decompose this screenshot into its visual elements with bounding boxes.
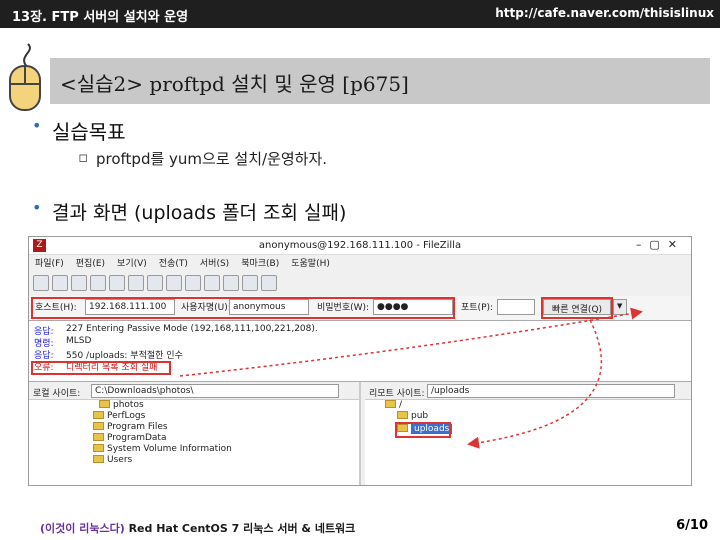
slide-header: 13장. FTP 서버의 설치와 운영 http://cafe.naver.co…	[0, 0, 720, 28]
folder-icon	[99, 400, 110, 408]
port-label: 포트(P):	[461, 303, 494, 313]
host-label: 호스트(H):	[35, 303, 77, 313]
tree-item[interactable]: photos	[29, 400, 359, 411]
tree-item[interactable]: PerfLogs	[29, 411, 359, 422]
compare-icon[interactable]	[223, 275, 239, 291]
quickconnect-dropdown-icon[interactable]: ▼	[613, 299, 627, 315]
tree-item[interactable]: pub	[365, 411, 691, 422]
slide-title: <실습2> proftpd 설치 및 운영 [p675]	[60, 72, 409, 96]
window-controls[interactable]: –▢✕	[636, 238, 685, 251]
filter-icon[interactable]	[204, 275, 220, 291]
log-row: 명령: MLSD	[34, 336, 92, 349]
filezilla-window: Z anonymous@192.168.111.100 - FileZilla …	[28, 236, 692, 486]
toggle-local-tree-icon[interactable]	[71, 275, 87, 291]
tree-item[interactable]: ProgramData	[29, 433, 359, 444]
footer-book: (이것이 리눅스다) Red Hat CentOS 7 리눅스 서버 & 네트워…	[40, 522, 356, 535]
tree-item[interactable]: /	[365, 400, 691, 411]
toolbar	[29, 270, 691, 296]
page-number: 6/10	[676, 518, 708, 533]
chapter-title: 13장. FTP 서버의 설치와 운영	[12, 10, 189, 25]
local-path-input[interactable]: C:\Downloads\photos\	[91, 384, 339, 398]
tree-item[interactable]: Users	[29, 455, 359, 466]
reconnect-icon[interactable]	[185, 275, 201, 291]
process-queue-icon[interactable]	[128, 275, 144, 291]
remote-site-header: 리모트 사이트: /uploads	[365, 382, 691, 400]
sync-browse-icon[interactable]	[242, 275, 258, 291]
toggle-remote-tree-icon[interactable]	[90, 275, 106, 291]
window-title: anonymous@192.168.111.100 - FileZilla	[258, 240, 462, 251]
tree-item-selected[interactable]: uploads	[365, 424, 691, 435]
host-input[interactable]: 192.168.111.100	[85, 299, 175, 315]
remote-site-label: 리모트 사이트:	[369, 389, 425, 399]
menu-edit[interactable]: 편집(E)	[76, 256, 105, 269]
local-site-header: 로컬 사이트: C:\Downloads\photos\	[29, 382, 359, 400]
port-input[interactable]	[497, 299, 535, 315]
site-manager-icon[interactable]	[33, 275, 49, 291]
folder-icon	[385, 400, 396, 408]
folder-icon	[93, 444, 104, 452]
password-input[interactable]: ●●●●	[373, 299, 453, 315]
log-row: 응답: 227 Entering Passive Mode (192,168,11…	[34, 324, 318, 337]
log-row-error: 오류: 디렉터리 목록 조회 실패	[34, 363, 158, 373]
local-site-label: 로컬 사이트:	[33, 389, 81, 399]
cancel-icon[interactable]	[147, 275, 163, 291]
message-log: 응답: 227 Entering Passive Mode (192,168,11…	[29, 320, 691, 382]
menu-bookmark[interactable]: 북마크(B)	[241, 256, 279, 269]
bullet-goal: 실습목표	[32, 116, 126, 145]
folder-icon	[93, 455, 104, 463]
quickconnect-bar: 호스트(H): 192.168.111.100 사용자명(U): anonymo…	[29, 296, 691, 320]
search-icon[interactable]	[261, 275, 277, 291]
remote-site-pane: 리모트 사이트: /uploads / pub uploads	[365, 382, 691, 485]
menu-server[interactable]: 서버(S)	[200, 256, 229, 269]
mouse-icon	[9, 43, 41, 111]
toggle-log-icon[interactable]	[52, 275, 68, 291]
menu-help[interactable]: 도움말(H)	[291, 256, 330, 269]
quickconnect-button[interactable]: 빠른 연결(Q)	[543, 299, 611, 315]
remote-path-input[interactable]: /uploads	[427, 384, 675, 398]
folder-icon	[93, 433, 104, 441]
tree-item[interactable]: System Volume Information	[29, 444, 359, 455]
folder-icon	[397, 411, 408, 419]
menu-transfer[interactable]: 전송(T)	[159, 256, 188, 269]
password-label: 비밀번호(W):	[317, 303, 370, 313]
folder-icon	[93, 422, 104, 430]
log-row: 응답: 550 /uploads: 부적절한 인수	[34, 351, 183, 361]
window-titlebar: Z anonymous@192.168.111.100 - FileZilla …	[29, 237, 691, 255]
menu-bar: 파일(F) 편집(E) 보기(V) 전송(T) 서버(S) 북마크(B) 도움말…	[29, 255, 691, 270]
refresh-icon[interactable]	[109, 275, 125, 291]
folder-icon	[93, 411, 104, 419]
menu-file[interactable]: 파일(F)	[35, 256, 64, 269]
disconnect-icon[interactable]	[166, 275, 182, 291]
user-input[interactable]: anonymous	[229, 299, 309, 315]
menu-view[interactable]: 보기(V)	[117, 256, 147, 269]
folder-icon	[397, 424, 408, 432]
bullet-goal-sub: proftpd를 yum으로 설치/운영하자.	[78, 148, 327, 169]
bullet-result: 결과 화면 (uploads 폴더 조회 실패)	[32, 198, 346, 225]
site-panes: 로컬 사이트: C:\Downloads\photos\ photos Perf…	[29, 382, 691, 485]
header-url: http://cafe.naver.com/thisislinux	[495, 6, 714, 20]
title-box: <실습2> proftpd 설치 및 운영 [p675]	[50, 58, 710, 104]
local-site-pane: 로컬 사이트: C:\Downloads\photos\ photos Perf…	[29, 382, 361, 485]
tree-item[interactable]: Program Files	[29, 422, 359, 433]
user-label: 사용자명(U):	[181, 303, 231, 313]
